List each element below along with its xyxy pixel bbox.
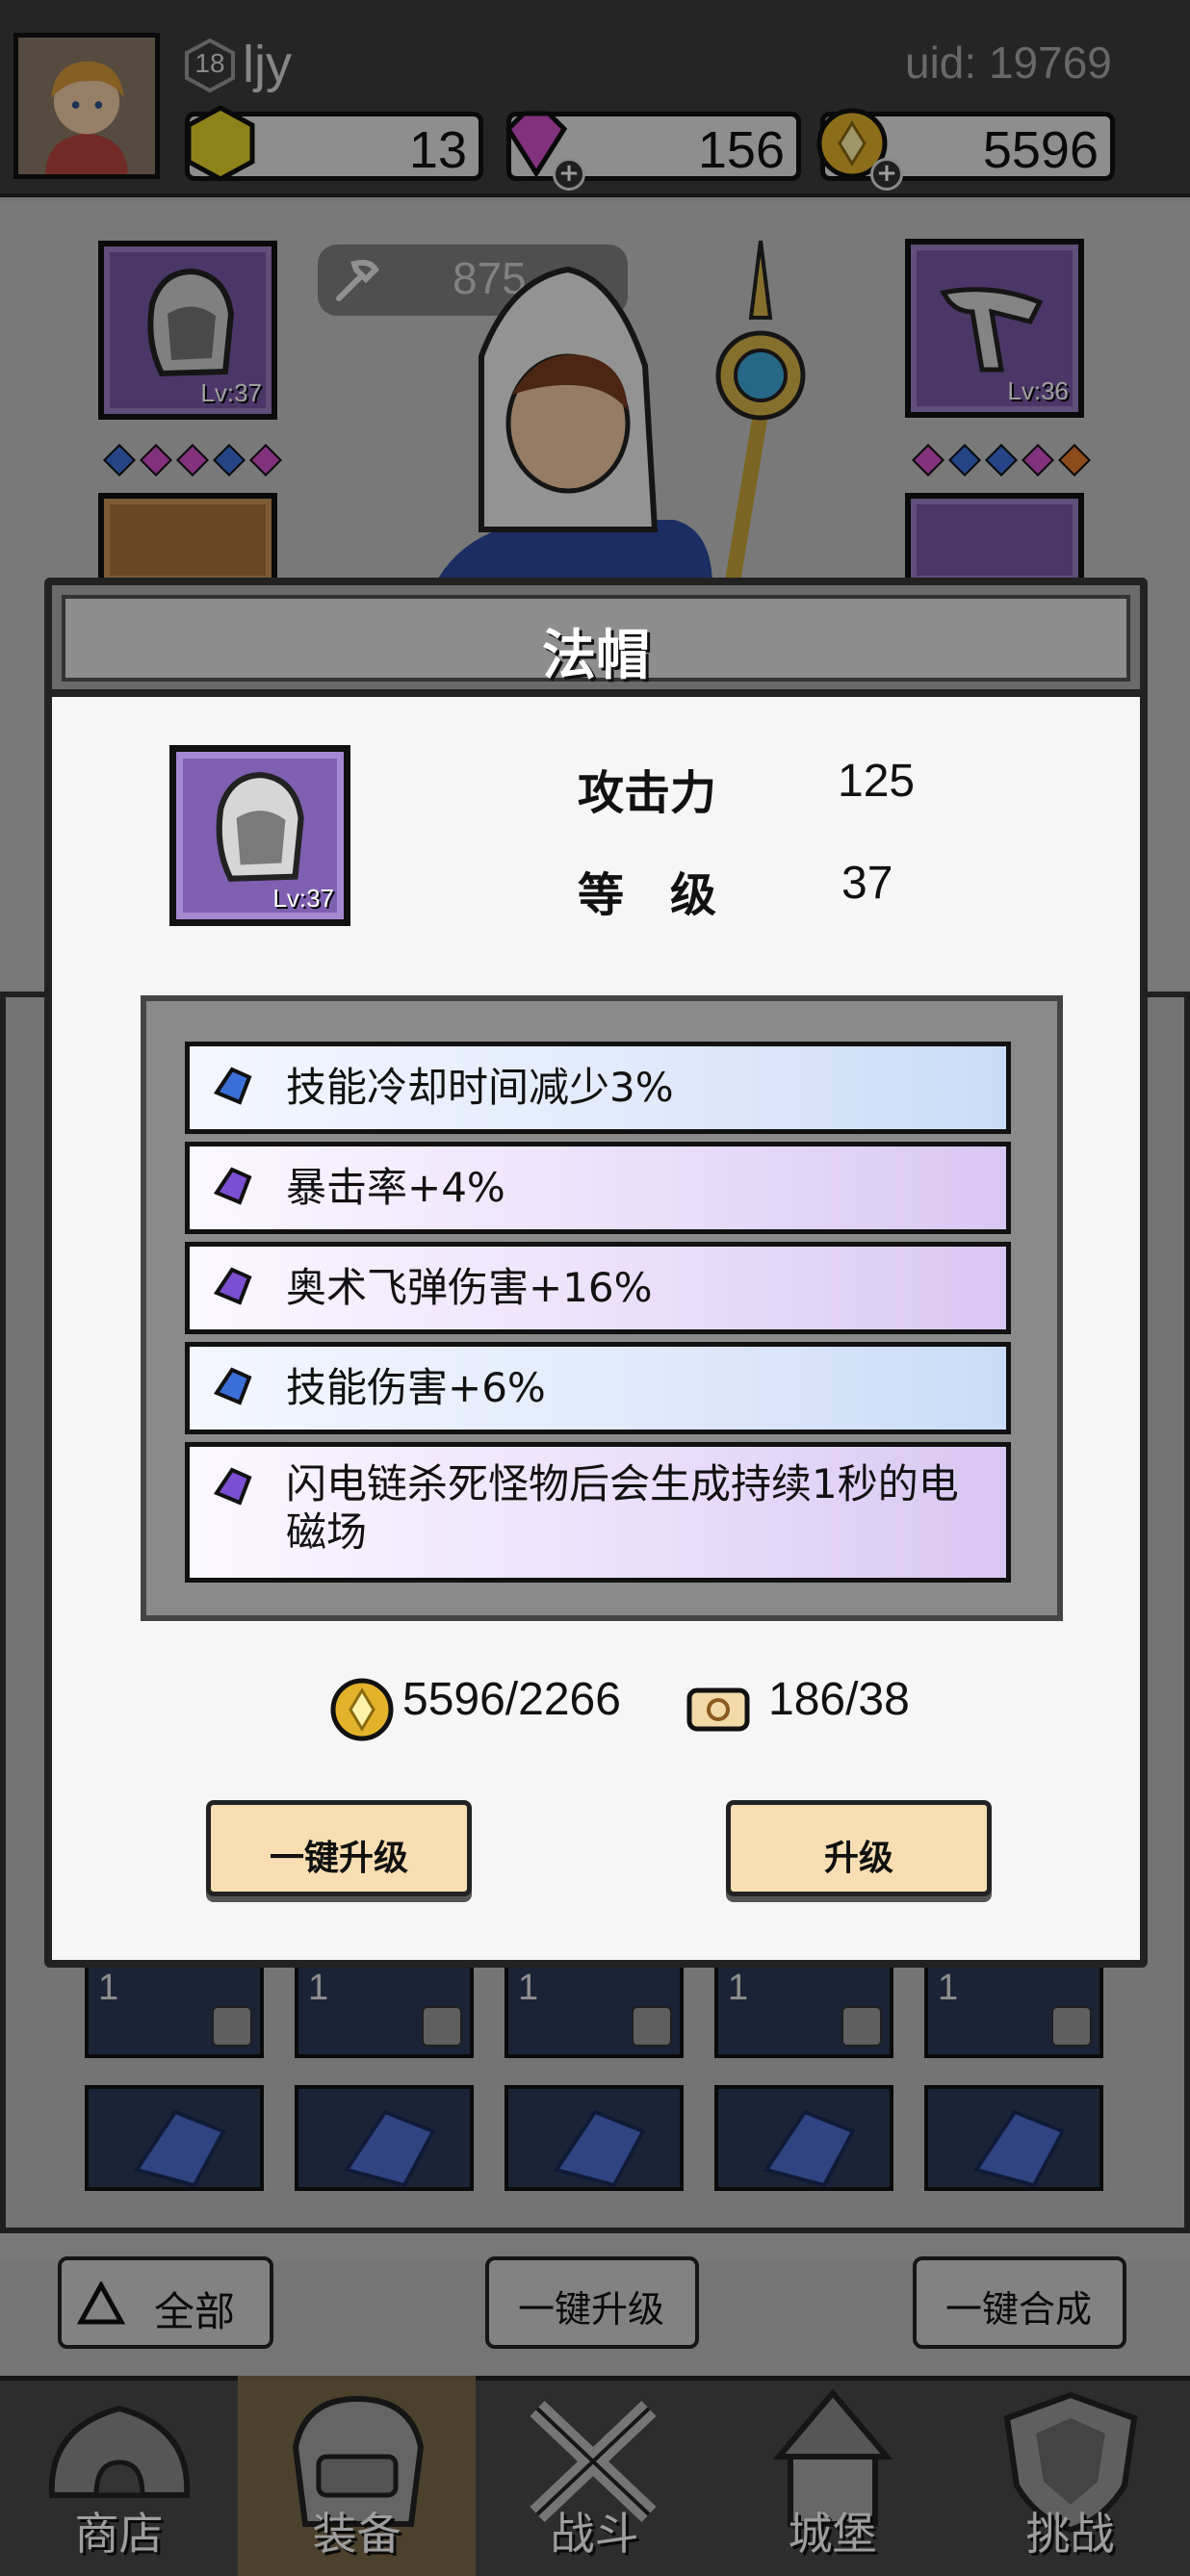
affix-text: 奥术飞弹伤害+16% bbox=[286, 1264, 653, 1311]
affix-row: 技能伤害+6% bbox=[185, 1342, 1011, 1434]
affix-text: 技能伤害+6% bbox=[286, 1364, 546, 1411]
blue-gem-icon bbox=[213, 1067, 252, 1105]
item-detail-dialog: 法帽 Lv:37 攻击力 125 等 级 37 技能冷却时间减少3% 暴击率+4… bbox=[44, 578, 1148, 1968]
affix-row: 奥术飞弹伤害+16% bbox=[185, 1242, 1011, 1334]
purple-gem-icon bbox=[213, 1167, 252, 1205]
affix-row: 技能冷却时间减少3% bbox=[185, 1042, 1011, 1134]
dialog-upgrade-button[interactable]: 升级 bbox=[726, 1800, 992, 1896]
stat-attack-label: 攻击力 bbox=[578, 766, 717, 820]
dialog-header: 法帽 bbox=[52, 585, 1140, 697]
affix-row: 闪电链杀死怪物后会生成持续1秒的电磁场 bbox=[185, 1442, 1011, 1583]
gold-coin-icon bbox=[330, 1678, 394, 1741]
scroll-cost: 186/38 bbox=[768, 1674, 910, 1725]
affix-text: 技能冷却时间减少3% bbox=[286, 1064, 674, 1111]
affix-row: 暴击率+4% bbox=[185, 1142, 1011, 1234]
purple-gem-icon bbox=[213, 1267, 252, 1305]
dialog-upgrade-label: 升级 bbox=[823, 1839, 893, 1878]
item-level: Lv:37 bbox=[272, 884, 334, 913]
stat-level-label: 等 级 bbox=[578, 868, 717, 922]
mage-hood-icon bbox=[216, 772, 304, 882]
stat-attack-value: 125 bbox=[838, 756, 916, 807]
dialog-upgrade-all-button[interactable]: 一键升级 bbox=[206, 1800, 472, 1896]
purple-gem-icon bbox=[213, 1467, 252, 1506]
blue-gem-icon bbox=[213, 1367, 252, 1405]
dialog-header-frame: 法帽 bbox=[62, 595, 1130, 687]
affix-text: 暴击率+4% bbox=[286, 1164, 505, 1211]
gold-cost: 5596/2266 bbox=[402, 1674, 621, 1725]
dialog-upgrade-all-label: 一键升级 bbox=[269, 1839, 408, 1878]
affix-text: 闪电链杀死怪物后会生成持续1秒的电磁场 bbox=[286, 1460, 959, 1556]
dialog-title: 法帽 bbox=[542, 625, 650, 687]
stat-level-value: 37 bbox=[841, 858, 893, 909]
scroll-icon bbox=[686, 1687, 750, 1732]
affix-panel: 技能冷却时间减少3% 暴击率+4% 奥术飞弹伤害+16% 技能伤害+6% 闪电链… bbox=[141, 995, 1063, 1621]
item-icon-slot: Lv:37 bbox=[169, 745, 350, 926]
